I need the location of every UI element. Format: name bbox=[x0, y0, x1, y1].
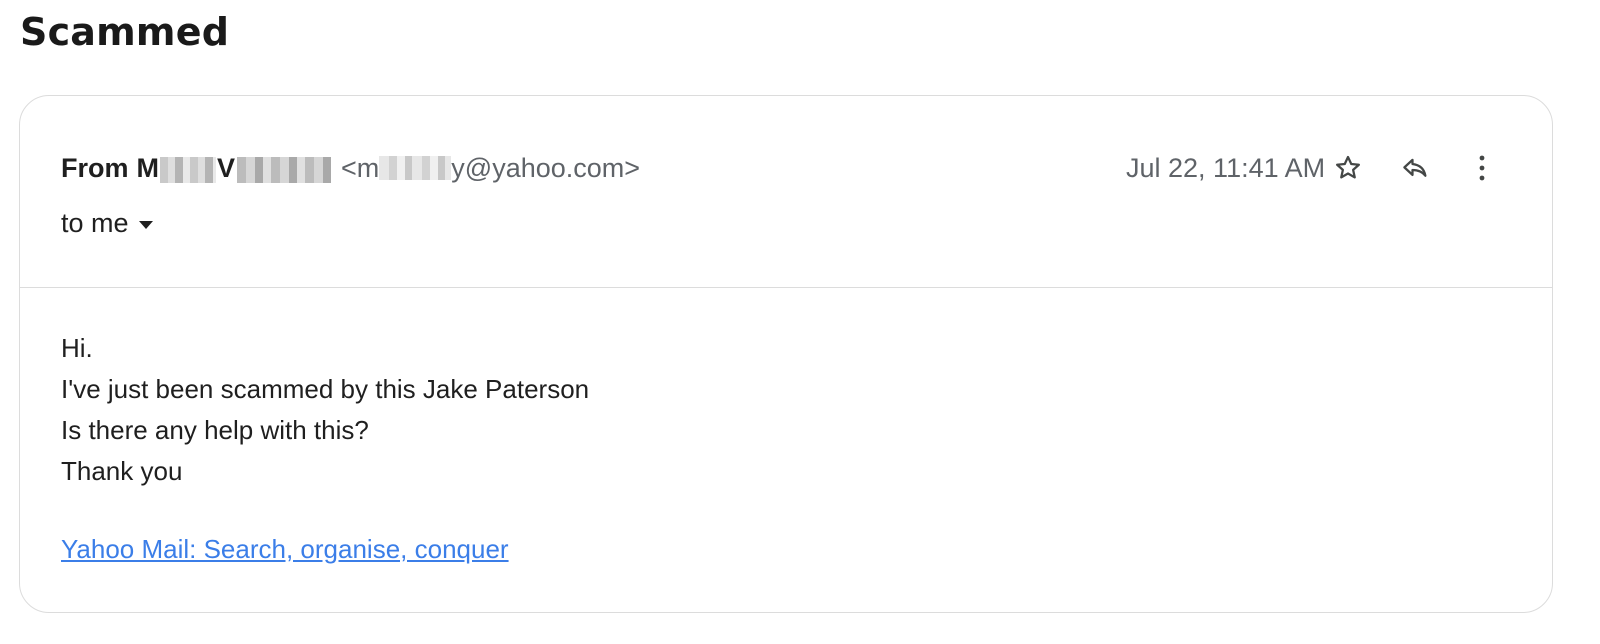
sender-last-initial: V bbox=[217, 153, 236, 183]
sender-email[interactable]: <m y@yahoo.com> bbox=[341, 150, 640, 186]
more-options-button[interactable] bbox=[1462, 148, 1502, 188]
recipient-dropdown[interactable]: to me bbox=[61, 208, 153, 239]
sender-line: From MV <m y@yahoo.com> bbox=[61, 150, 640, 186]
body-line: Hi. bbox=[61, 333, 93, 363]
sender-name[interactable]: MV bbox=[137, 150, 332, 186]
email-date: Jul 22, 11:41 AM bbox=[1126, 153, 1326, 183]
redacted-first-name bbox=[160, 156, 216, 183]
from-label: From bbox=[61, 153, 129, 183]
redacted-email-user bbox=[379, 156, 452, 180]
body-line: I've just been scammed by this Jake Pate… bbox=[61, 374, 590, 404]
star-icon bbox=[1336, 155, 1360, 179]
email-suffix: y@yahoo.com> bbox=[451, 153, 641, 183]
signature-link[interactable]: Yahoo Mail: Search, organise, conquer bbox=[61, 534, 509, 565]
more-vert-icon bbox=[1479, 155, 1485, 181]
body-line: Is there any help with this? bbox=[61, 415, 369, 445]
email-prefix: <m bbox=[341, 153, 380, 183]
recipient-label: to me bbox=[61, 208, 129, 238]
star-button[interactable] bbox=[1328, 148, 1368, 188]
redacted-last-name bbox=[237, 156, 332, 183]
reply-icon bbox=[1403, 158, 1427, 177]
body-line: Thank you bbox=[61, 456, 183, 486]
sender-first-initial: M bbox=[136, 153, 160, 183]
caret-down-icon bbox=[138, 220, 153, 229]
reply-button[interactable] bbox=[1395, 148, 1435, 188]
email-header: From MV <m y@yahoo.com> to me Jul 22, 11:… bbox=[20, 96, 1552, 288]
email-subject: Scammed bbox=[20, 10, 230, 54]
email-body: Hi. I've just been scammed by this Jake … bbox=[61, 328, 589, 492]
email-card: From MV <m y@yahoo.com> to me Jul 22, 11:… bbox=[19, 95, 1553, 613]
